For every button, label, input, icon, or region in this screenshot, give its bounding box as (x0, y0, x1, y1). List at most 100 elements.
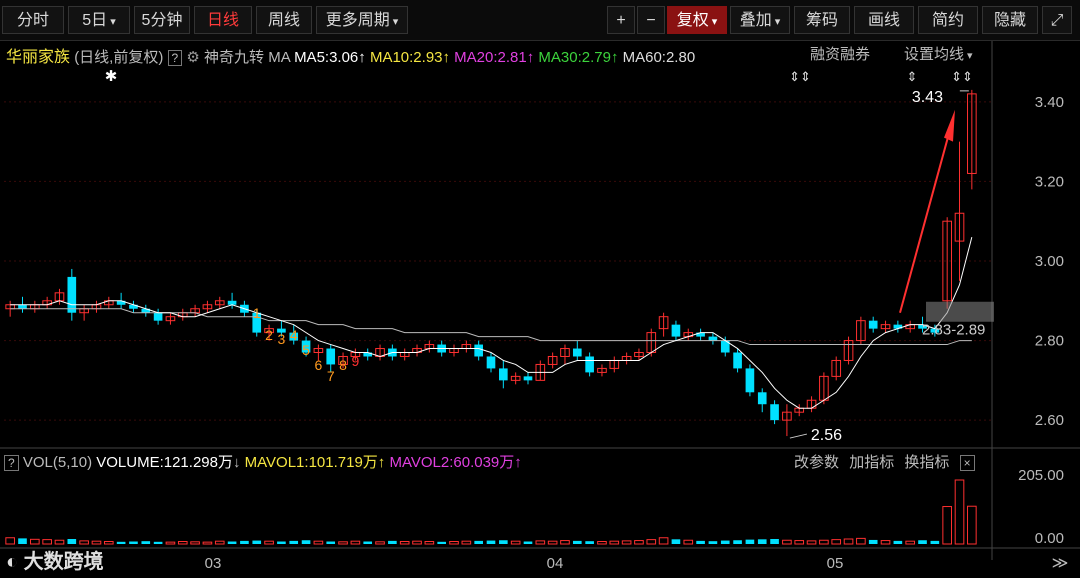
jiazhibiao-button[interactable]: 加指标 (849, 454, 894, 471)
volume-bar-down (708, 541, 718, 544)
volume-bar-down (757, 539, 767, 544)
kline-chart[interactable]: 3.40 3.20 3.00 2.80 2.60 205.00 0.00 3.43 2.56 2.… (0, 0, 1080, 578)
nine-turn-label: 3 (278, 331, 286, 347)
volume-bar-up (424, 541, 435, 545)
tab-zhouxian[interactable]: 周线 (256, 6, 312, 34)
vol-help-button[interactable]: ? (4, 455, 19, 471)
candle-down (585, 356, 594, 373)
volume-bar-up (831, 539, 842, 545)
zoom-in-button[interactable]: + (607, 6, 635, 34)
signal-marker: ⇕⇕ (789, 69, 811, 84)
volume-bar-up (597, 541, 607, 545)
vol-label: VOL(5,10) (22, 454, 93, 471)
volume-bar-down (696, 540, 705, 544)
candle-down (153, 312, 163, 321)
close-icon[interactable]: × (959, 455, 975, 471)
volume-bar-up (621, 540, 632, 545)
volume-bar-up (510, 540, 521, 545)
volume-bar-down (930, 540, 940, 544)
volume-bar-up (30, 538, 40, 545)
price-tick-label: 3.00 (1035, 253, 1064, 270)
volume-bar-up (103, 541, 114, 545)
rongquan-link[interactable]: 融资融券 (810, 43, 870, 64)
volume-bar-down (116, 541, 126, 544)
help-button[interactable]: ? (167, 50, 183, 66)
volume-bar-up (449, 541, 459, 545)
caret-down-icon: ▾ (967, 50, 973, 62)
volume-bar-up (806, 540, 817, 545)
candle-down (671, 324, 681, 337)
volume-bar-up (560, 540, 570, 545)
zoom-out-button[interactable]: − (637, 6, 665, 34)
mavol1-value: MAVOL1:101.719万 (244, 454, 378, 471)
yincang-button[interactable]: 隐藏 (982, 6, 1038, 34)
volume-bar-up (942, 506, 952, 545)
nine-turn-label: 2 (265, 327, 273, 343)
ma-settings[interactable]: 设置均线 ▾ (904, 43, 973, 64)
volume-bar-up (535, 540, 546, 545)
volume-bar-down (18, 538, 27, 544)
signal-marker: ⇕ (907, 69, 918, 84)
nine-turn-label: 9 (351, 353, 359, 369)
expand-icon[interactable]: ⤢ (1042, 6, 1072, 34)
volume-bar-up (905, 540, 916, 545)
volume-bar-up (350, 540, 361, 545)
gear-icon[interactable]: ⚙ (186, 49, 199, 66)
huanzhibiao-button[interactable]: 换指标 (904, 454, 949, 471)
price-tick-label: 2.60 (1035, 412, 1064, 429)
volume-bar-down (572, 540, 582, 544)
gaicanshu-button[interactable]: 改参数 (794, 454, 839, 471)
ma-label: MA (268, 49, 290, 66)
volume-info-bar: ? VOL(5,10) VOLUME:121.298万↓ MAVOL1:101.… (4, 451, 522, 472)
volume-bar-up (399, 541, 410, 545)
tab-5min[interactable]: 5分钟 (134, 6, 190, 34)
range-highlight (926, 301, 994, 322)
volume-bar-down (893, 540, 903, 544)
volume-bar-up (954, 479, 965, 545)
volume-bar-up (782, 539, 792, 545)
volume-bar-down (499, 540, 508, 544)
huaxian-button[interactable]: 画线 (854, 6, 914, 34)
diejia-button[interactable]: 叠加 ▾ (730, 6, 790, 34)
candle-down (67, 276, 77, 313)
volume-bar-up (967, 505, 977, 545)
volume-bar-up (177, 541, 188, 545)
candle-down (868, 320, 878, 329)
volume-bar-up (338, 541, 348, 545)
volume-bar-down (474, 540, 483, 544)
trend-arrowhead (944, 109, 955, 142)
volume-value: VOLUME:121.298万 (96, 454, 233, 471)
tab-5ri[interactable]: 5日 ▾ (68, 6, 130, 34)
candle-down (770, 404, 779, 421)
volume-bar-down (745, 539, 755, 544)
watermark-logo: ◐ 大数跨境 (6, 551, 104, 573)
candle-down (18, 304, 27, 309)
jianyue-button[interactable]: 简约 (918, 6, 978, 34)
volume-bar-down (252, 540, 262, 544)
volume-bar-down (129, 541, 138, 544)
candle-down (523, 376, 533, 381)
chouma-button[interactable]: 筹码 (794, 6, 850, 34)
top-toolbar: 分时 5日 ▾ 5分钟 日线 周线 更多周期 ▾ + − 复权 ▾ 叠加 ▾ 筹码 画线… (0, 0, 1080, 41)
volume-bar-up (547, 540, 558, 545)
tab-fenshi[interactable]: 分时 (2, 6, 64, 34)
star-marker: ✱ (105, 68, 118, 85)
time-axis-label: 05 (827, 555, 844, 572)
ma20-value: MA20:2.81 (454, 49, 527, 66)
tab-more-periods[interactable]: 更多周期 ▾ (316, 6, 408, 34)
logo-icon: ◐ (6, 551, 19, 573)
volume-bar-up (42, 539, 52, 545)
volume-bar-up (91, 540, 102, 545)
volume-bar-up (683, 539, 694, 545)
fuquan-button[interactable]: 复权 ▾ (667, 6, 727, 34)
volume-bar-down (153, 541, 163, 544)
nine-turn-label: 1 (253, 305, 261, 321)
volume-bar-up (313, 540, 324, 545)
range-label: 2.83-2.89 (922, 322, 985, 339)
volume-bar-down (67, 539, 77, 544)
shenqi-jiuzhuan[interactable]: 神奇九转 (204, 49, 264, 66)
mavol2-value: MAVOL2:60.039万 (389, 454, 515, 471)
tab-rixian[interactable]: 日线 (194, 6, 252, 34)
signal-marker: ⇕⇕ (951, 69, 973, 84)
volume-bar-down (388, 540, 397, 544)
